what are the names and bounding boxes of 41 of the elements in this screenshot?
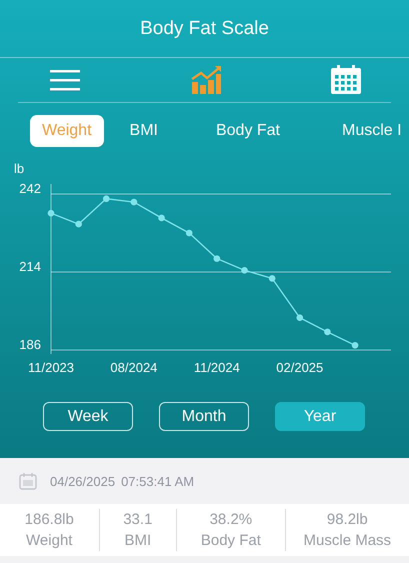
menu-icon[interactable]: [50, 69, 80, 91]
stat-label: Body Fat: [200, 531, 261, 551]
app-title: Body Fat Scale: [0, 0, 409, 58]
metric-tab[interactable]: Weight: [30, 114, 104, 146]
x-tick-label: 11/2024: [194, 360, 240, 375]
stat-value: 98.2lb: [326, 510, 368, 530]
calendar-icon: [18, 471, 38, 491]
y-tick-label: 214: [19, 259, 41, 274]
data-point: [158, 214, 165, 222]
metric-tab[interactable]: Body Fat: [204, 114, 292, 146]
stat-value: 38.2%: [210, 510, 252, 530]
period-button[interactable]: Month: [159, 402, 249, 431]
y-tick-label: 242: [19, 181, 41, 196]
period-button[interactable]: Year: [275, 402, 365, 431]
x-tick-label: 02/2025: [276, 360, 324, 375]
data-point: [186, 230, 192, 236]
metric-tab[interactable]: BMI: [118, 114, 170, 146]
record-time: 07:53:41 AM: [121, 474, 194, 488]
data-point: [102, 195, 110, 202]
data-point: [241, 267, 248, 274]
data-point: [214, 255, 220, 262]
axis-unit-label: lb: [14, 161, 24, 176]
stat-label: Weight: [26, 531, 72, 551]
data-point: [130, 198, 138, 206]
stat-label: BMI: [124, 531, 152, 551]
stat-value: 33.1: [123, 510, 152, 530]
calendar-icon[interactable]: [331, 65, 361, 95]
data-point: [296, 314, 304, 321]
data-point: [352, 342, 358, 349]
y-tick-label: 186: [19, 337, 41, 352]
metric-tab[interactable]: Muscle I: [330, 114, 409, 146]
data-point: [324, 328, 331, 336]
stat-label: Muscle Mass: [304, 531, 392, 551]
data-point: [48, 210, 54, 217]
period-button[interactable]: Week: [43, 402, 133, 431]
data-point: [75, 220, 82, 228]
data-point: [268, 275, 276, 282]
stat-value: 186.8lb: [24, 510, 74, 530]
x-tick-label: 08/2024: [110, 360, 158, 375]
record-date: 04/26/2025: [50, 474, 116, 488]
x-tick-label: 11/2023: [28, 360, 74, 375]
